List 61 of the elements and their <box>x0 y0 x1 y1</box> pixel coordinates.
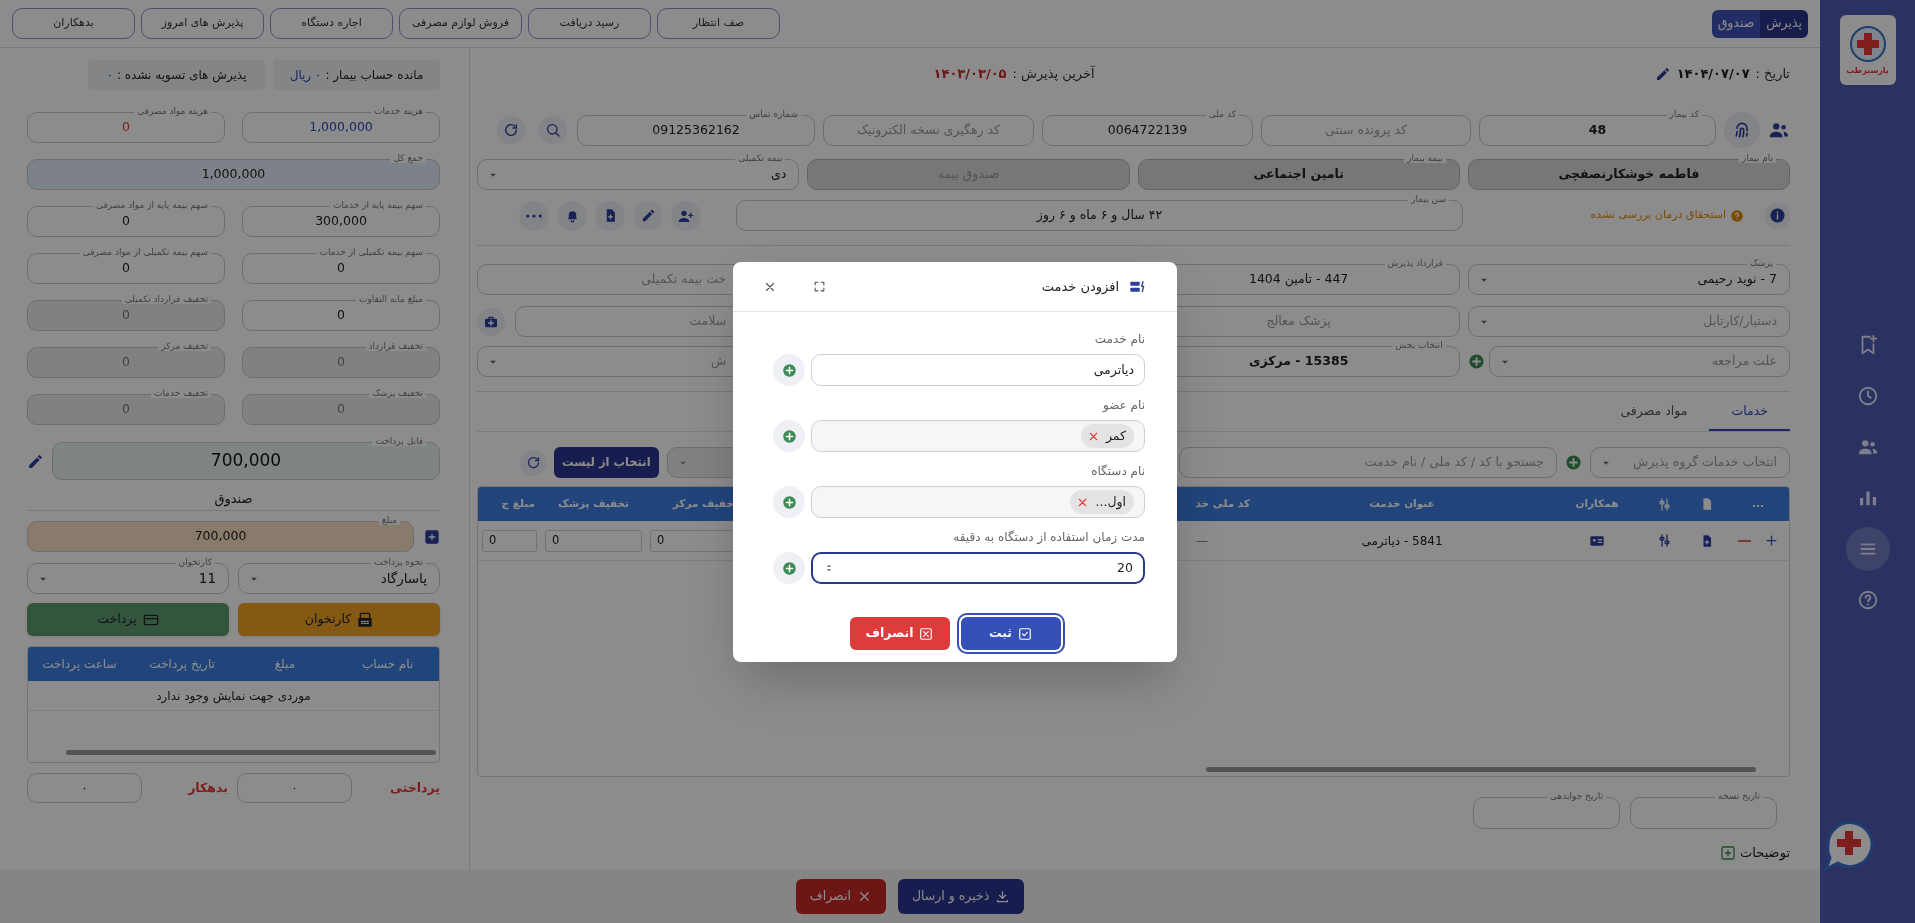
logo-text: پارسیزطب <box>1846 66 1889 76</box>
dialog-title: افزودن خدمت <box>1041 277 1119 297</box>
column-header: نام حساب <box>361 656 414 673</box>
last-admission-date: ۱۴۰۳/۰۳/۰۵ <box>933 65 1007 84</box>
field-label: نام بیمار <box>1738 153 1776 163</box>
balance-chip: مانده حساب بیمار : ۰ ریال <box>273 60 440 90</box>
column-header: خفیف مرکز <box>672 496 734 512</box>
column-header: عنوان خدمت <box>1369 496 1435 512</box>
column-header: ساعت پرداخت <box>42 656 117 673</box>
tag-chip: کمر <box>1080 424 1134 448</box>
field-label: تاریخ جوابدهی <box>1547 791 1606 801</box>
field-label: تخفیف مرکز <box>158 341 211 351</box>
field-label: هزینه خدمات <box>371 106 426 116</box>
section-title: صندوق <box>214 490 253 509</box>
field-label: نام دستگاه <box>1090 463 1145 480</box>
field-label: جمع کل <box>390 153 426 163</box>
field-label: قرارداد پذیرش <box>1384 258 1446 268</box>
field-label: سهم بیمه تکمیلی از مواد مصرفی <box>79 247 211 257</box>
field-label: سهم بیمه پایه از مواد مصرفی <box>92 200 211 210</box>
column-header: مبلغ <box>274 656 296 673</box>
column-header: مبلغ ج <box>501 496 535 512</box>
field-label: تخفیف پزشک <box>369 388 426 398</box>
field-label: تخفیف قرارداد <box>365 341 426 351</box>
field-label: مبلغ <box>378 515 400 525</box>
field-label: بیمه بیمار <box>1404 153 1446 163</box>
column-header: کد ملی خد <box>1195 496 1250 512</box>
field-label: انتخاب بخش <box>1392 340 1446 350</box>
field-label: کارتخوان <box>175 557 215 567</box>
unsettled-chip: پذیرش های تسویه نشده : ۰ <box>88 60 265 90</box>
field-label: تخفیف قرارداد تکمیلی <box>121 294 211 304</box>
field-label: بیمه تکمیلی <box>735 153 786 163</box>
tag-chip: اول... <box>1070 490 1134 514</box>
table-cell-text: 5841 - دیاترمی <box>1361 532 1443 550</box>
date-value: ۱۴۰۴/۰۷/۰۷ <box>1676 65 1750 84</box>
column-header: ... <box>1752 496 1764 512</box>
field-label: نام عضو <box>1101 397 1145 414</box>
field-label: کد بیمار <box>1666 108 1702 119</box>
field-label: پزشک <box>1746 258 1776 268</box>
total-label: پرداختی <box>390 778 440 797</box>
table-cell-text: — <box>1196 532 1208 550</box>
last-admission-label: آخرین پذیرش : <box>1012 64 1095 84</box>
field-label: نحوه پرداخت <box>371 557 426 567</box>
field-label: هزینه مواد مصرفی <box>134 106 211 116</box>
field-label: سهم بیمه تکمیلی از خدمات <box>316 247 426 257</box>
total-label: بدهکار <box>188 778 228 797</box>
eligibility-status: استحقاق درمان بررسی نشده <box>1590 207 1726 224</box>
field-label: سن بیمار <box>1408 194 1449 204</box>
date-label: تاریخ : <box>1755 65 1790 84</box>
column-header: همکاران <box>1575 496 1619 512</box>
field-label: مبلغ مابه التفاوت <box>356 294 426 304</box>
column-header: تاریخ پرداخت <box>149 656 215 673</box>
field-label: شماره تماس <box>746 108 801 119</box>
empty-message: موردی جهت نمایش وجود ندارد <box>156 687 311 705</box>
field-label: مدت زمان استفاده از دستگاه به دقیقه <box>952 529 1145 546</box>
field-label: تخفیف خدمات <box>150 388 211 398</box>
field-label: قابل پرداخت <box>372 436 426 446</box>
field-label: کد ملی <box>1205 108 1239 119</box>
field-label: تاریخ نسخه <box>1715 791 1763 801</box>
notes-label: توضیحات <box>1740 844 1790 863</box>
field-label: سهم بیمه پایه از خدمات <box>329 200 426 210</box>
column-header: تخفیف پزشک <box>557 496 630 512</box>
